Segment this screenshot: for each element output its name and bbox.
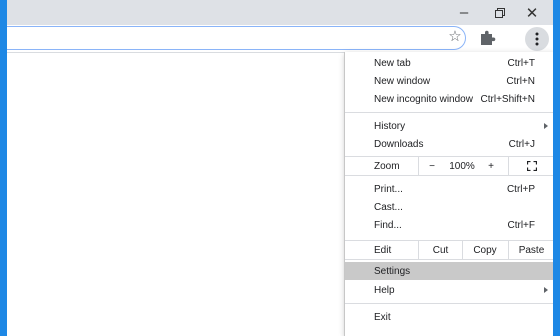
menu-item-shortcut: Ctrl+T [507,57,536,69]
zoom-label: Zoom [374,160,400,172]
bookmark-star-icon[interactable]: ☆ [446,28,464,46]
edit-label: Edit [374,244,392,256]
menu-item-find[interactable]: Find... Ctrl+F [345,216,554,234]
address-bar[interactable] [0,26,466,50]
menu-item-cast[interactable]: Cast... [345,198,554,216]
extensions-puzzle-icon[interactable] [478,28,496,48]
close-icon: ✕ [525,4,539,22]
menu-item-label: Cast... [374,201,403,213]
restore-icon [495,7,505,18]
minimize-button[interactable]: – [445,0,483,25]
submenu-arrow-icon [544,123,548,129]
title-bar: – ✕ [0,0,560,25]
edit-row: Edit Cut Copy Paste [345,240,554,260]
fullscreen-button[interactable] [509,157,554,175]
zoom-row: Zoom − 100% + [345,156,554,176]
submenu-arrow-icon [544,287,548,293]
menu-item-shortcut: Ctrl+J [508,138,535,150]
menu-item-label: Find... [374,219,402,231]
menu-item-history[interactable]: History [345,117,554,135]
menu-item-shortcut: Ctrl+P [506,183,535,195]
menu-item-label: New tab [374,57,411,69]
window-frame-left [0,0,7,336]
minimize-icon: – [459,4,469,21]
menu-item-label: History [374,120,406,132]
paste-button[interactable]: Paste [509,241,554,259]
menu-item-shortcut: Ctrl+F [507,219,536,231]
menu-item-downloads[interactable]: Downloads Ctrl+J [345,135,554,153]
menu-item-label: Downloads [374,138,424,150]
menu-item-label: Help [374,284,395,296]
menu-item-shortcut: Ctrl+Shift+N [480,93,535,105]
three-dots-vertical-icon [535,32,539,46]
menu-item-label: Settings [374,265,411,277]
copy-button[interactable]: Copy [463,241,507,259]
menu-separator [345,303,554,304]
zoom-out-button[interactable]: − [419,157,445,175]
menu-item-new-tab[interactable]: New tab Ctrl+T [345,54,554,72]
menu-item-new-incognito[interactable]: New incognito window Ctrl+Shift+N [345,90,554,108]
menu-item-settings[interactable]: Settings [345,262,554,280]
window-frame-right [553,0,560,336]
menu-item-exit[interactable]: Exit [345,308,554,326]
zoom-level: 100% [449,160,475,172]
menu-item-help[interactable]: Help [345,281,554,299]
chrome-menu: New tab Ctrl+T New window Ctrl+N New inc… [345,52,554,336]
menu-item-label: Print... [374,183,403,195]
menu-separator [345,112,554,113]
menu-button[interactable] [525,27,549,51]
zoom-in-button[interactable]: + [479,157,503,175]
toolbar: ☆ [0,25,560,53]
close-button[interactable]: ✕ [513,0,551,25]
menu-item-label: New incognito window [374,93,473,105]
menu-item-label: New window [374,75,431,87]
cut-button[interactable]: Cut [419,241,462,259]
menu-item-print[interactable]: Print... Ctrl+P [345,180,554,198]
menu-item-label: Exit [374,311,391,323]
fullscreen-icon [526,161,537,171]
menu-item-shortcut: Ctrl+N [506,75,535,87]
menu-item-new-window[interactable]: New window Ctrl+N [345,72,554,90]
